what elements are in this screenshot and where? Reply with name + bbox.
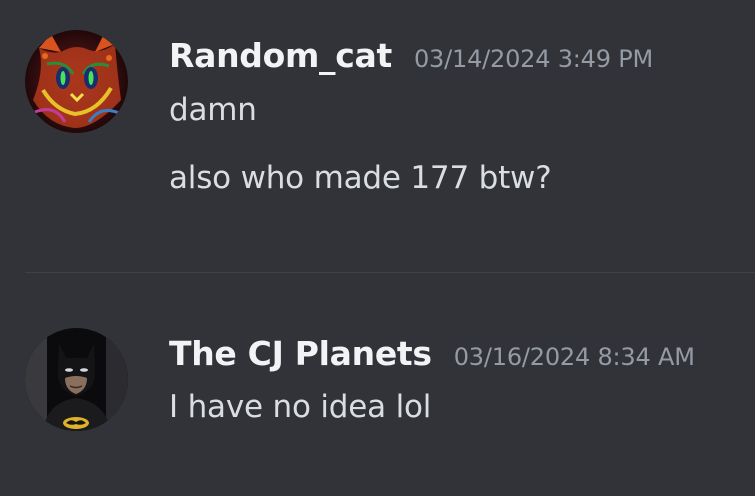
message-text: also who made 177 btw?	[169, 160, 552, 196]
message-text: I have no idea lol	[169, 389, 432, 425]
message-group: The CJ Planets 03/16/2024 8:34 AM I have…	[0, 273, 755, 496]
psychedelic-cat-avatar-icon[interactable]	[25, 30, 128, 133]
username[interactable]: The CJ Planets	[169, 334, 432, 373]
username[interactable]: Random_cat	[169, 36, 392, 75]
timestamp[interactable]: 03/16/2024 8:34 AM	[454, 343, 695, 371]
timestamp[interactable]: 03/14/2024 3:49 PM	[414, 45, 653, 73]
message-group: Random_cat 03/14/2024 3:49 PM damn also …	[0, 0, 755, 272]
batman-avatar-icon[interactable]	[25, 328, 128, 431]
message-header: The CJ Planets 03/16/2024 8:34 AM	[169, 334, 695, 373]
message-text: damn	[169, 92, 257, 128]
message-list: Random_cat 03/14/2024 3:49 PM damn also …	[0, 0, 755, 496]
message-header: Random_cat 03/14/2024 3:49 PM	[169, 36, 653, 75]
